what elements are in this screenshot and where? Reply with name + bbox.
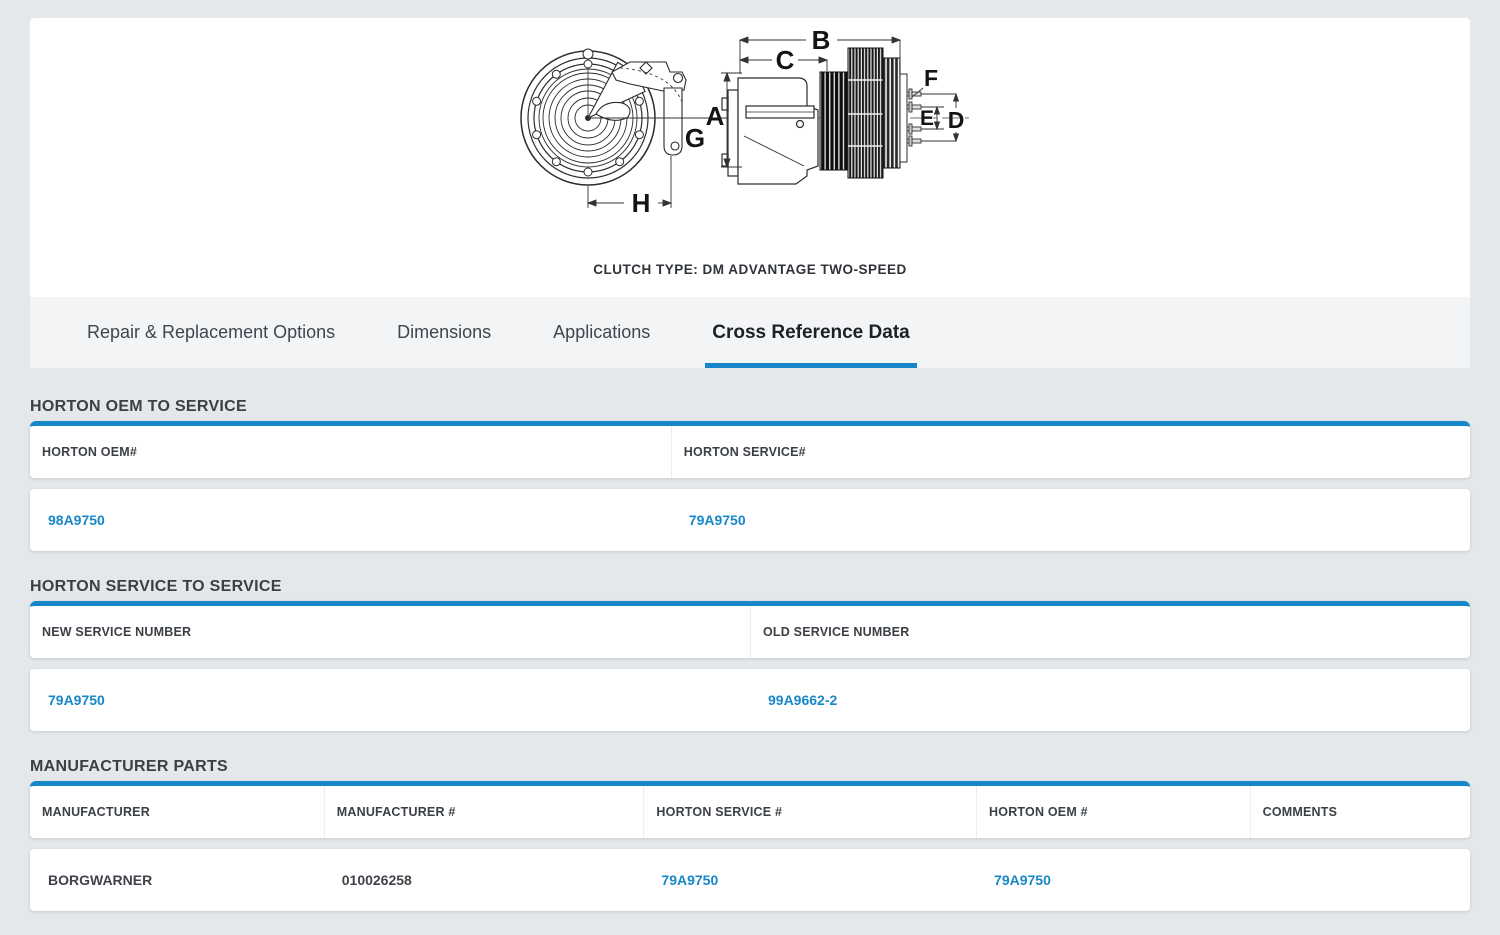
column-header: HORTON SERVICE#	[671, 426, 1470, 478]
dim-label-g: G	[685, 123, 705, 153]
section-title-manufacturer-parts: MANUFACTURER PARTS	[30, 758, 1470, 776]
part-number-link[interactable]: 79A9750	[643, 872, 976, 888]
manufacturer-cell: BORGWARNER	[30, 872, 324, 888]
column-header: COMMENTS	[1250, 786, 1470, 838]
clutch-type-caption: CLUTCH TYPE: DM ADVANTAGE TWO-SPEED	[30, 258, 1470, 297]
part-number-link[interactable]: 79A9750	[976, 872, 1250, 888]
horton-service-to-service-header-row: NEW SERVICE NUMBER OLD SERVICE NUMBER	[30, 601, 1470, 658]
part-number-link[interactable]: 98A9750	[30, 512, 671, 528]
column-header: MANUFACTURER #	[324, 786, 644, 838]
page: A B C D E F G H CLUTCH TYPE: DM ADVANTAG…	[0, 0, 1500, 911]
dim-label-h: H	[632, 188, 651, 218]
tab-cross-reference-data[interactable]: Cross Reference Data	[705, 297, 916, 368]
part-number-link[interactable]: 79A9750	[30, 692, 750, 708]
column-header: HORTON SERVICE #	[643, 786, 976, 838]
column-header: NEW SERVICE NUMBER	[30, 606, 750, 658]
manufacturer-parts-header-row: MANUFACTURER MANUFACTURER # HORTON SERVI…	[30, 781, 1470, 838]
dim-label-e: E	[920, 107, 934, 130]
horton-oem-to-service-header-row: HORTON OEM# HORTON SERVICE#	[30, 421, 1470, 478]
column-header: HORTON OEM#	[30, 426, 671, 478]
section-title-horton-service-to-service: HORTON SERVICE TO SERVICE	[30, 578, 1470, 596]
section-title-horton-oem-to-service: HORTON OEM TO SERVICE	[30, 398, 1470, 416]
dim-label-a: A	[706, 101, 725, 131]
tab-repair-replacement-options[interactable]: Repair & Replacement Options	[80, 297, 342, 368]
dim-label-c: C	[776, 45, 795, 75]
product-diagram-card: A B C D E F G H CLUTCH TYPE: DM ADVANTAG…	[30, 18, 1470, 297]
column-header: OLD SERVICE NUMBER	[750, 606, 1470, 658]
table-row: 79A9750 99A9662-2	[30, 669, 1470, 731]
part-number-link[interactable]: 79A9750	[671, 512, 1470, 528]
clutch-technical-drawing: A B C D E F G H	[30, 18, 1470, 258]
tab-bar: Repair & Replacement Options Dimensions …	[30, 297, 1470, 368]
dim-label-b: B	[812, 25, 831, 55]
tab-applications[interactable]: Applications	[546, 297, 657, 368]
dim-label-f: F	[924, 65, 938, 91]
part-number-link[interactable]: 99A9662-2	[750, 692, 1470, 708]
manufacturer-number-cell: 010026258	[324, 872, 644, 888]
column-header: HORTON OEM #	[976, 786, 1250, 838]
dim-label-d: D	[948, 107, 965, 133]
column-header: MANUFACTURER	[30, 786, 324, 838]
tab-dimensions[interactable]: Dimensions	[390, 297, 498, 368]
table-row: 98A9750 79A9750	[30, 489, 1470, 551]
table-row: BORGWARNER 010026258 79A9750 79A9750	[30, 849, 1470, 911]
